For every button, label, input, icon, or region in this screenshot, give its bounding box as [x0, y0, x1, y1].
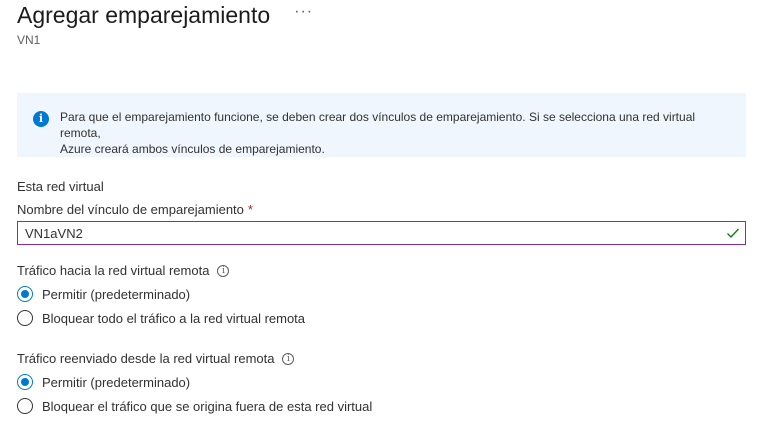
traffic-to-remote-group: Tráfico hacia la red virtual remota i Pe…: [17, 263, 305, 326]
link-name-label: Nombre del vínculo de emparejamiento *: [17, 202, 253, 217]
link-name-label-text: Nombre del vínculo de emparejamiento: [17, 202, 244, 217]
radio-allow-forwarded[interactable]: Permitir (predeterminado): [17, 374, 372, 390]
forwarded-traffic-label: Tráfico reenviado desde la red virtual r…: [17, 351, 372, 366]
traffic-to-remote-label-text: Tráfico hacia la red virtual remota: [17, 263, 210, 278]
info-banner: i Para que el emparejamiento funcione, s…: [17, 93, 746, 157]
title-row: Agregar emparejamiento ···: [17, 0, 313, 30]
info-tooltip-icon[interactable]: i: [282, 352, 295, 365]
info-icon: i: [33, 111, 49, 127]
page-subtitle: VN1: [17, 33, 41, 47]
forwarded-traffic-label-text: Tráfico reenviado desde la red virtual r…: [17, 351, 275, 366]
radio-block-outside-traffic[interactable]: Bloquear el tráfico que se origina fuera…: [17, 398, 372, 414]
page-title: Agregar emparejamiento: [17, 2, 271, 28]
radio-block-all-traffic[interactable]: Bloquear todo el tráfico a la red virtua…: [17, 310, 305, 326]
radio-allow-traffic[interactable]: Permitir (predeterminado): [17, 286, 305, 302]
info-text-line-1: Para que el emparejamiento funcione, se …: [60, 110, 696, 140]
radio-label: Bloquear todo el tráfico a la red virtua…: [42, 310, 306, 326]
traffic-to-remote-label: Tráfico hacia la red virtual remota i: [17, 263, 305, 278]
section-this-vnet: Esta red virtual: [17, 179, 104, 194]
radio-label: Bloquear el tráfico que se origina fuera…: [42, 398, 373, 414]
required-mark: *: [247, 202, 253, 217]
radio-button[interactable]: [17, 398, 33, 414]
radio-label: Permitir (predeterminado): [42, 286, 191, 302]
info-tooltip-icon[interactable]: i: [217, 264, 230, 277]
link-name-field: [17, 221, 746, 245]
radio-label: Permitir (predeterminado): [42, 374, 191, 390]
page-header: Agregar emparejamiento ··· VN1: [17, 0, 313, 47]
forwarded-traffic-group: Tráfico reenviado desde la red virtual r…: [17, 351, 372, 414]
more-options-icon[interactable]: ···: [294, 3, 313, 21]
radio-button-checked[interactable]: [17, 286, 33, 302]
valid-check-icon: [727, 228, 740, 239]
add-peering-page: Agregar emparejamiento ··· VN1 i Para qu…: [0, 0, 765, 437]
info-text-line-2: Azure creará ambos vínculos de emparejam…: [60, 142, 325, 156]
link-name-input[interactable]: [18, 222, 745, 244]
radio-button[interactable]: [17, 310, 33, 326]
radio-button-checked[interactable]: [17, 374, 33, 390]
